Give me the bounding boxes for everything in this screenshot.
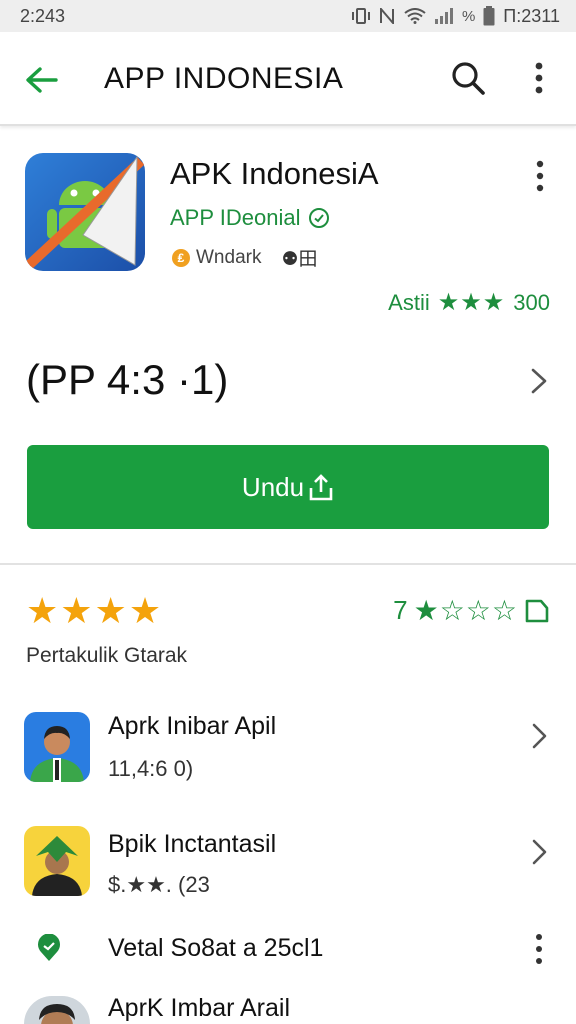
rating-summary-number: 7 [393, 595, 408, 625]
rating-count: 300 [513, 289, 550, 315]
rating-summary-stars: ★☆☆☆ [413, 595, 518, 626]
chevron-right-icon [532, 839, 547, 865]
status-time: 2:243 [20, 5, 66, 26]
overflow-menu-button[interactable] [524, 58, 554, 98]
battery-icon [483, 6, 495, 26]
section-divider [0, 563, 576, 565]
status-icons: % Π:2311 [351, 5, 560, 27]
nfc-icon [379, 8, 394, 24]
list-item[interactable]: Bpik Inctantasil $.★★. (23 [0, 818, 576, 918]
list-item[interactable]: Aprk Inibar Apil 11,4:6 0) [0, 700, 576, 800]
more-vertical-icon [536, 160, 544, 192]
wifi-icon [404, 8, 426, 24]
chevron-right-icon [531, 368, 547, 394]
developer-link[interactable]: APP IDeonial [170, 205, 330, 231]
person-avatar-icon [24, 712, 90, 782]
signal-icon [434, 8, 453, 24]
app-meta: ₤ Wndark ⚉田 [172, 244, 318, 271]
vibrate-icon [351, 8, 370, 24]
review-stars: ★★★★ [26, 590, 164, 631]
meta-label: Wndark [196, 246, 262, 268]
version-row[interactable]: (PP 4:3 ·1) [0, 344, 576, 420]
list-item-avatar [24, 826, 90, 896]
share-icon [525, 599, 549, 622]
search-button[interactable] [448, 58, 488, 98]
verified-check-icon [309, 208, 330, 228]
app-more-button[interactable] [526, 158, 554, 194]
list-item-title: Aprk Inibar Apil [108, 712, 277, 740]
rating-label: Astii [388, 289, 430, 315]
meta-extra: ⚉田 [281, 249, 318, 270]
status-time-right: Π:2311 [503, 5, 560, 26]
chevron-right-icon [532, 723, 547, 749]
install-button[interactable]: Undu [27, 445, 549, 529]
rating-stars: ★★★ [437, 289, 506, 316]
install-label: Undu [241, 471, 305, 502]
list-item-avatar [24, 712, 90, 782]
more-vertical-icon [536, 934, 542, 964]
version-text: (PP 4:3 ·1) [26, 356, 229, 403]
developer-name: APP IDeonial [170, 205, 301, 230]
app-icon [25, 153, 145, 271]
upload-icon [309, 474, 333, 501]
list-item-subtitle: $.★★. (23 [108, 872, 210, 897]
list-item[interactable]: AprK Imbar Arail [0, 988, 576, 1024]
person-avatar-icon [24, 996, 90, 1024]
page-title: APP INDONESIA [104, 62, 344, 95]
location-pin-icon [38, 934, 60, 961]
list-item-subtitle: 11,4:6 0) [108, 756, 194, 781]
arrow-left-icon [26, 67, 58, 93]
search-icon [452, 62, 485, 95]
person-avatar-icon [24, 826, 90, 896]
app-name: APK IndonesiA [170, 156, 379, 191]
list-item-avatar [24, 996, 90, 1024]
back-button[interactable] [22, 60, 62, 100]
section-label: Pertakulik Gtarak [26, 644, 188, 667]
app-rating: Astii ★★★ 300 [388, 288, 550, 317]
more-vertical-icon [535, 62, 543, 94]
coin-icon: ₤ [172, 248, 190, 267]
status-bar: 2:243 % Π:2311 [0, 0, 576, 32]
list-item-title: Vetal So8at a 25cl1 [108, 934, 324, 962]
list-item-title: Bpik Inctantasil [108, 830, 277, 858]
android-logo-icon [25, 153, 145, 271]
list-item-title: AprK Imbar Arail [108, 994, 291, 1022]
rating-summary[interactable]: 7 ★☆☆☆ [393, 594, 550, 627]
app-bar: APP INDONESIA [0, 32, 576, 126]
battery-label: % [461, 7, 476, 25]
list-item[interactable]: Vetal So8at a 25cl1 [0, 918, 576, 978]
